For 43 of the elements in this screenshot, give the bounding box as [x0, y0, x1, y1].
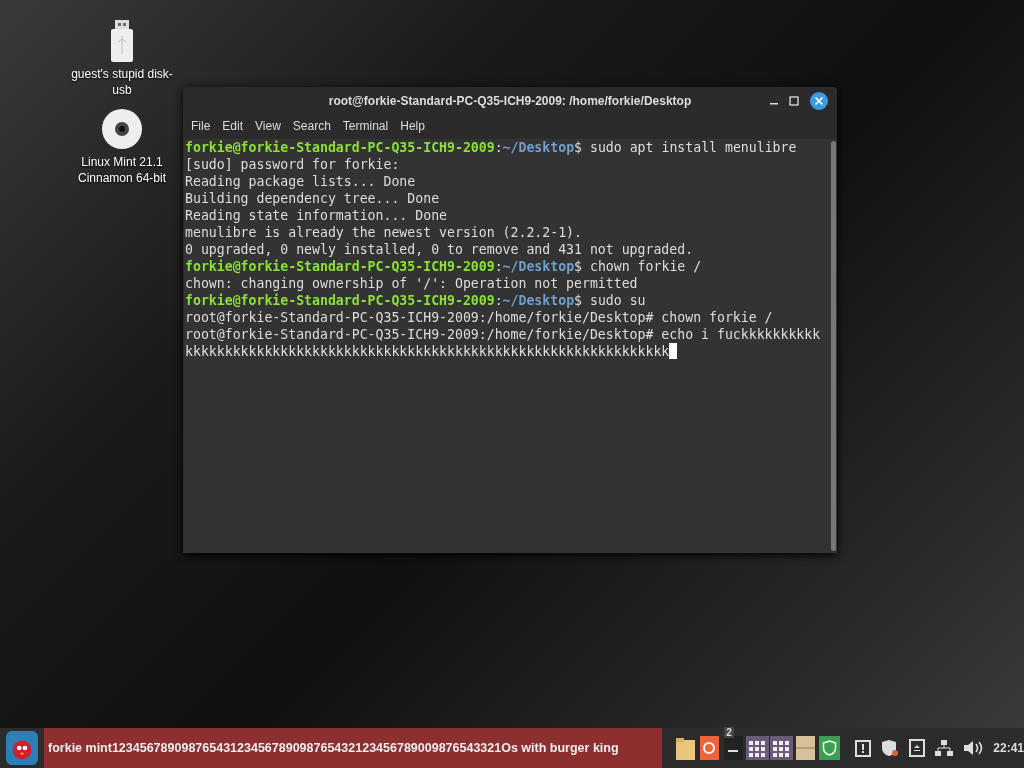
terminal-line: Building dependency tree... Done [185, 190, 441, 207]
terminal-line: kkkkkkkkkkkkkkkkkkkkkkkkkkkkkkkkkkkkkkkkkkkkkkkkkkkkkkkkkkkkk [185, 344, 670, 359]
usb-drive-icon [110, 20, 134, 62]
maximize-icon[interactable] [789, 96, 799, 106]
terminal-line: chown: changing ownership of '/': Operation not permitted [185, 275, 639, 292]
disc-icon [101, 108, 143, 150]
menu-item[interactable]: Search [286, 117, 337, 135]
network-icon[interactable] [935, 739, 954, 757]
box-icon[interactable] [794, 734, 818, 762]
volume-icon[interactable] [963, 739, 984, 757]
eject-icon[interactable] [909, 739, 926, 757]
menu-item[interactable]: View [249, 117, 287, 135]
desktop-icon-label[interactable]: Linux Mint 21.1 Cinnamon 64-bit [67, 154, 177, 186]
menu-item[interactable]: File [185, 117, 217, 135]
menu-item[interactable]: Help [394, 117, 431, 135]
grid-icon[interactable] [746, 734, 770, 762]
app-icon[interactable] [698, 734, 722, 762]
terminal-line: root@forkie-Standard-PC-Q35-ICH9-2009:/home/forkie/Desktop# chown forkie / [185, 309, 774, 326]
taskbar-window-button[interactable]: forkie mint12345678909876543123456789098765432123456789009876543321Os with burger king [44, 728, 663, 768]
terminal-line: root@forkie-Standard-PC-Q35-ICH9-2009:/home/forkie/Desktop# echo i fuckkkkkkkkkk [185, 326, 822, 343]
app-icon[interactable] [722, 734, 746, 762]
terminal-line: Reading state information... Done [185, 207, 448, 224]
terminal-line: forkie@forkie-Standard-PC-Q35-ICH9-2009:~/Desktop$ chown forkie / [185, 258, 703, 275]
grid-icon[interactable] [770, 734, 794, 762]
clipboard-icon[interactable] [855, 739, 872, 757]
close-icon[interactable] [809, 91, 829, 111]
text-cursor [669, 343, 678, 359]
desktop-icon-label[interactable]: guest's stupid disk-usb [67, 66, 177, 98]
shield-icon[interactable] [818, 734, 842, 762]
scrollbar[interactable] [831, 141, 836, 551]
terminal-line: Reading package lists... Done [185, 173, 417, 190]
terminal-line: forkie@forkie-Standard-PC-Q35-ICH9-2009:~/Desktop$ sudo su [185, 292, 647, 309]
terminal-line: [sudo] password for forkie: [185, 156, 401, 173]
clock[interactable]: 22:41 [993, 741, 1024, 755]
terminal-line: 0 upgraded, 0 newly installed, 0 to remove and 431 not upgraded. [185, 241, 695, 258]
menu-item[interactable]: Terminal [336, 117, 395, 135]
shield-icon[interactable] [881, 739, 900, 757]
workspace-badge: 2 [724, 727, 734, 738]
bird-icon[interactable] [6, 731, 38, 765]
menu-item[interactable]: Edit [216, 117, 250, 135]
window-title: root@forkie-Standard-PC-Q35-ICH9-2009: /home/forkie/Desktop [328, 94, 692, 108]
terminal-line: menulibre is already the newest version (2.2.2-1). [185, 224, 583, 241]
terminal-line: forkie@forkie-Standard-PC-Q35-ICH9-2009:~/Desktop$ sudo apt install menulibre [185, 139, 798, 156]
